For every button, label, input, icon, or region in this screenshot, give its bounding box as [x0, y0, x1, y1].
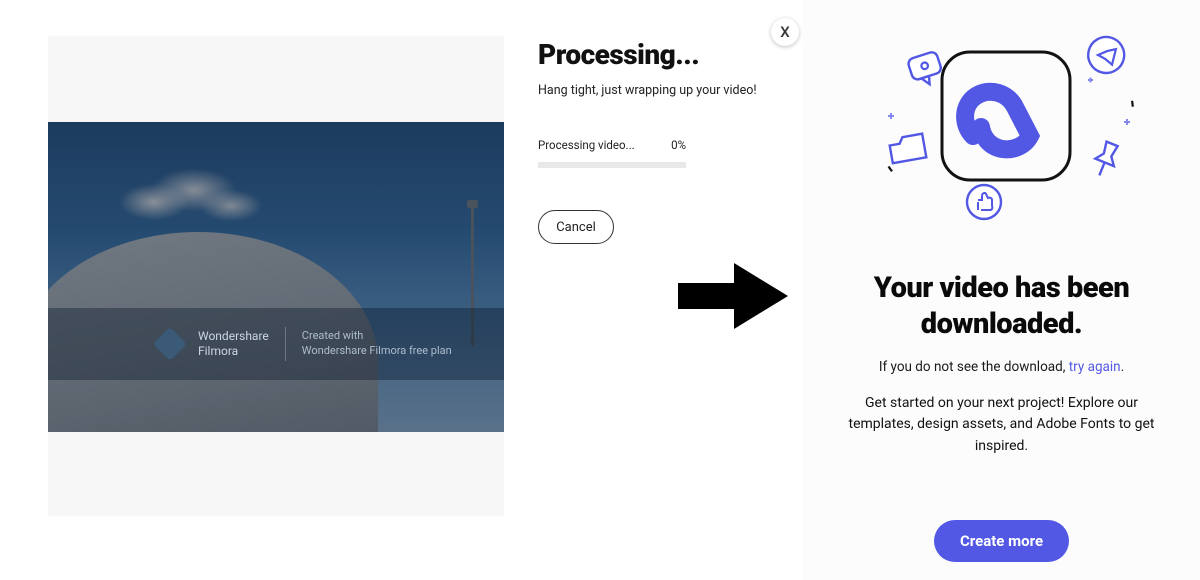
downloaded-illustration-icon	[852, 20, 1152, 230]
processing-status-label: Processing video...	[538, 138, 635, 152]
watermark-bar: Wondershare Filmora Created with Wonders…	[48, 308, 504, 380]
watermark-credit-line2: Wondershare Filmora free plan	[302, 344, 452, 359]
arrow-right-icon	[678, 261, 788, 331]
filmora-logo-icon	[153, 327, 187, 361]
watermark-brand-line1: Wondershare	[198, 329, 269, 344]
processing-status-row: Processing video... 0%	[538, 138, 686, 152]
watermark-brand: Wondershare Filmora	[198, 329, 269, 359]
close-icon: X	[780, 23, 789, 41]
video-preview: Wondershare Filmora Created with Wonders…	[48, 122, 504, 432]
watermark-credit-line1: Created with	[302, 329, 452, 344]
downloaded-panel: Your video has been downloaded. If you d…	[803, 0, 1200, 580]
watermark-credit: Created with Wondershare Filmora free pl…	[302, 329, 452, 359]
create-more-button[interactable]: Create more	[934, 520, 1069, 562]
downloaded-title: Your video has been downloaded.	[823, 270, 1180, 343]
downloaded-subtext: If you do not see the download, try agai…	[879, 359, 1124, 375]
processing-subtitle: Hang tight, just wrapping up your video!	[538, 83, 768, 98]
downloaded-body: Get started on your next project! Explor…	[823, 393, 1180, 458]
watermark-brand-line2: Filmora	[198, 344, 269, 359]
downloaded-subtext-suffix: .	[1121, 359, 1125, 375]
close-button[interactable]: X	[771, 18, 799, 46]
watermark-divider	[285, 327, 286, 361]
processing-percent: 0%	[671, 138, 686, 152]
try-again-link[interactable]: try again	[1069, 359, 1121, 375]
downloaded-subtext-prefix: If you do not see the download,	[879, 359, 1069, 375]
progress-bar	[538, 162, 686, 168]
processing-title: Processing...	[538, 38, 768, 71]
cancel-button[interactable]: Cancel	[538, 210, 614, 244]
dim-overlay	[48, 122, 504, 432]
processing-panel: Processing... Hang tight, just wrapping …	[538, 38, 768, 244]
video-preview-panel: Wondershare Filmora Created with Wonders…	[48, 36, 504, 516]
